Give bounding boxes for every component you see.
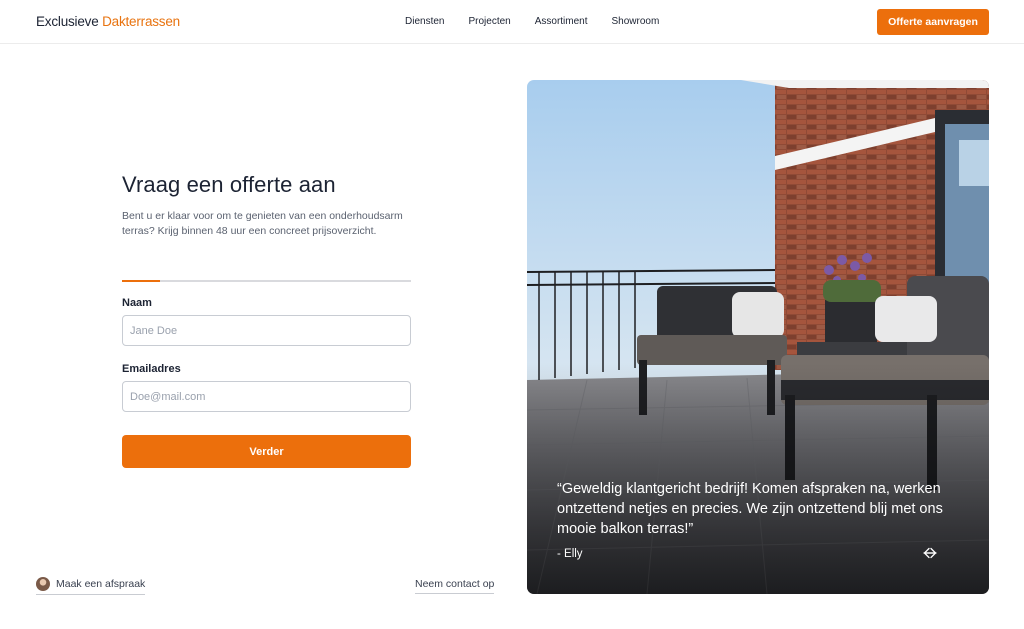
testimonial-quote: “Geweldig klantgericht bedrijf! Komen af…	[557, 481, 943, 537]
nav-item-diensten[interactable]: Diensten	[405, 16, 444, 27]
testimonial-hero-image: “Geweldig klantgericht bedrijf! Komen af…	[527, 80, 989, 594]
request-quote-button[interactable]: Offerte aanvragen	[877, 9, 989, 35]
contact-link[interactable]: Neem contact op	[415, 578, 495, 594]
logo[interactable]: Exclusieve Dakterrassen	[36, 14, 180, 29]
nav-item-showroom[interactable]: Showroom	[612, 16, 660, 27]
site-header: Exclusieve Dakterrassen Diensten Project…	[0, 0, 1024, 44]
logo-text-primary: Exclusieve	[36, 14, 99, 29]
main-nav: Diensten Projecten Assortiment Showroom	[405, 16, 659, 27]
form-progress-fill	[122, 280, 160, 282]
testimonial-author: - Elly	[557, 548, 583, 560]
next-button[interactable]: Verder	[122, 435, 411, 468]
appointment-link[interactable]: Maak een afspraak	[36, 577, 146, 595]
page-title: Vraag een offerte aan	[122, 172, 336, 197]
logo-text-accent: Dakterrassen	[102, 14, 180, 29]
name-label: Naam	[122, 297, 152, 309]
email-label: Emailadres	[122, 363, 181, 375]
nav-item-assortiment[interactable]: Assortiment	[535, 16, 588, 27]
page-subtitle: Bent u er klaar voor om te genieten van …	[122, 210, 403, 237]
arrow-right-icon[interactable]	[923, 546, 937, 560]
name-input[interactable]	[122, 315, 411, 346]
appointment-link-label: Maak een afspraak	[56, 578, 146, 590]
avatar	[36, 577, 50, 591]
form-progress-bar	[122, 280, 411, 282]
email-input[interactable]	[122, 381, 411, 412]
nav-item-projecten[interactable]: Projecten	[468, 16, 510, 27]
